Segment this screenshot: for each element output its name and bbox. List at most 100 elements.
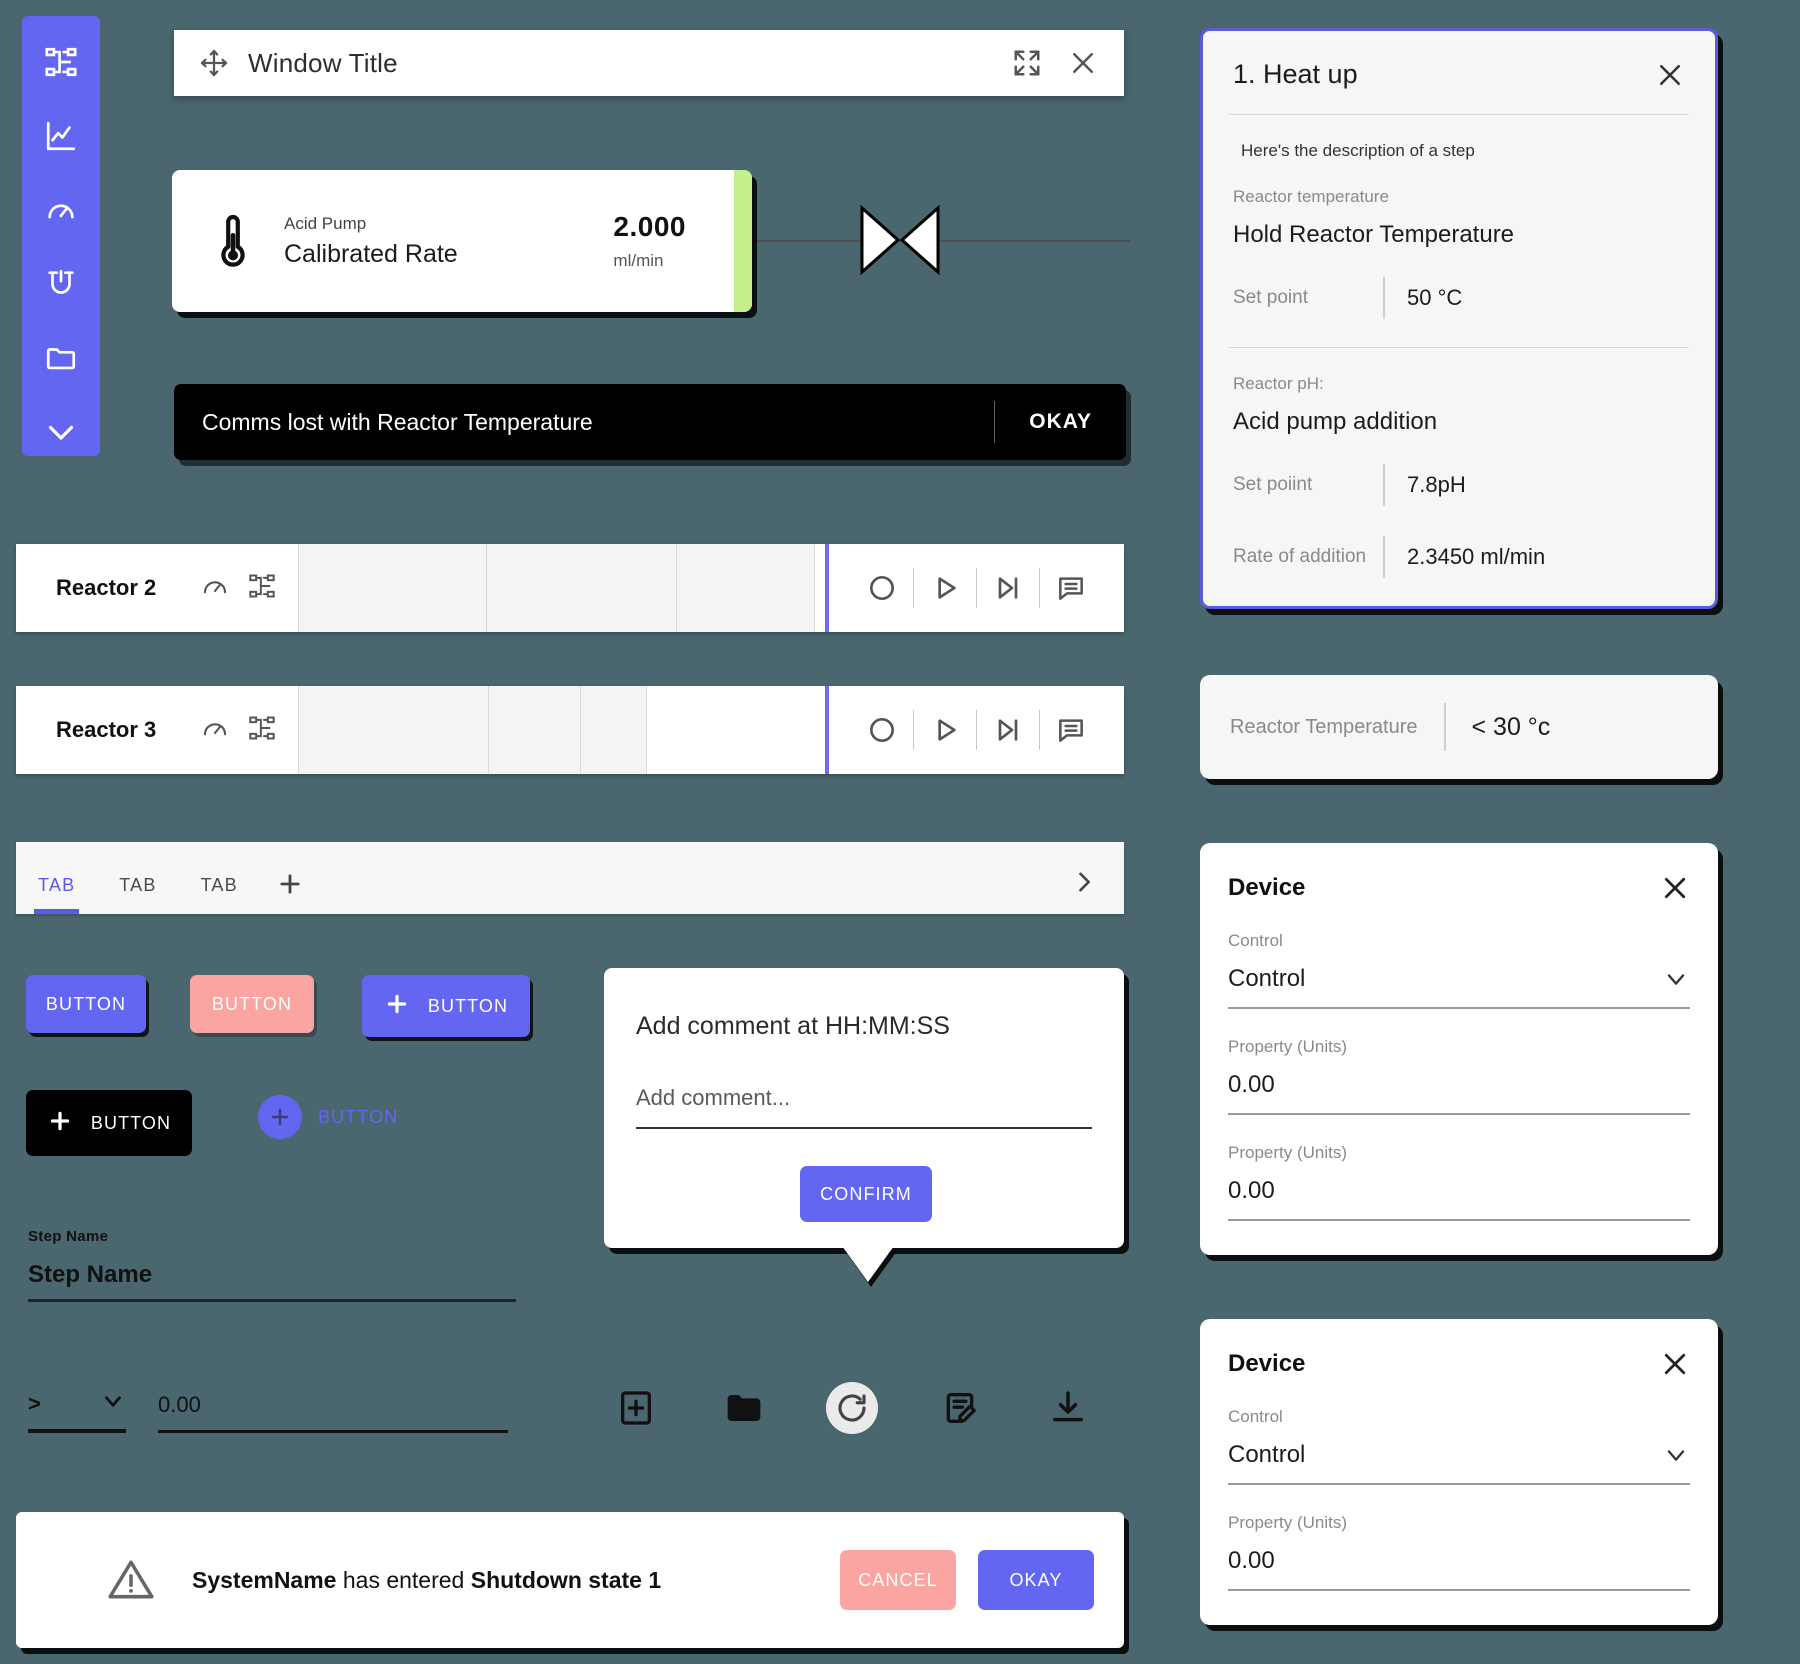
plus-icon (47, 1108, 73, 1139)
play-icon[interactable] (914, 572, 976, 604)
sidebar-item-folder[interactable] (41, 338, 81, 378)
timeline-segment[interactable] (580, 686, 647, 774)
field-label: Property (Units) (1228, 1037, 1348, 1056)
cancel-button[interactable]: CANCEL (840, 1550, 956, 1610)
device-property-field-2[interactable]: Property (Units) 0.00 (1228, 1143, 1690, 1221)
status-accent-bar (734, 170, 752, 312)
add-black-button[interactable]: BUTTON (26, 1090, 192, 1156)
step-group-temperature: Reactor temperature Hold Reactor Tempera… (1203, 161, 1715, 249)
plus-icon[interactable] (260, 870, 326, 914)
confirm-button[interactable]: CONFIRM (800, 1166, 932, 1222)
number-input[interactable]: 0.00 (158, 1392, 508, 1433)
step-row-setpoint-ph: Set poiint 7.8pH (1203, 436, 1715, 508)
tab-3[interactable]: TAB (179, 875, 260, 914)
condition-value: < 30 °c (1471, 712, 1551, 741)
comment-icon[interactable] (1040, 714, 1102, 746)
device-card-title: Device (1228, 874, 1306, 901)
step-group-ph: Reactor pH: Acid pump addition (1203, 348, 1715, 436)
tab-1[interactable]: TAB (16, 875, 97, 914)
record-icon[interactable] (851, 714, 913, 746)
record-icon[interactable] (851, 572, 913, 604)
tab-2[interactable]: TAB (97, 875, 178, 914)
gauge-icon[interactable] (200, 571, 230, 606)
right-column: 1. Heat up Here's the description of a s… (1200, 28, 1718, 1625)
close-icon[interactable] (1660, 1349, 1690, 1379)
row-divider (1383, 277, 1385, 319)
row-value: 2.3450 ml/min (1407, 544, 1546, 569)
device-property-field-1[interactable]: Property (Units) 0.00 (1228, 1037, 1690, 1115)
open-folder-button[interactable] (718, 1382, 770, 1434)
sitemap-icon[interactable] (248, 714, 276, 747)
sidebar-item-expand[interactable] (41, 412, 81, 452)
operator-row: > 0.00 (28, 1388, 508, 1433)
timeline-segment[interactable] (298, 686, 489, 774)
transport-controls (829, 544, 1124, 632)
sidebar-item-gauge[interactable] (41, 190, 81, 230)
danger-button[interactable]: BUTTON (190, 975, 314, 1033)
group-value: Acid pump addition (1233, 408, 1438, 435)
close-icon[interactable] (1655, 60, 1685, 90)
calibration-property: Calibrated Rate (284, 239, 458, 268)
download-button[interactable] (1042, 1382, 1094, 1434)
timeline-segment[interactable] (676, 544, 815, 632)
icon-toolbar (610, 1382, 1094, 1434)
calibration-value-block: 2.000 ml/min (613, 211, 686, 271)
timeline-gap[interactable] (814, 544, 825, 632)
skip-next-icon[interactable] (977, 714, 1039, 746)
step-name-underline (28, 1299, 516, 1302)
chevron-down-icon[interactable] (1662, 965, 1690, 993)
edit-document-button[interactable] (934, 1382, 986, 1434)
device-control-select[interactable]: Control Control (1228, 1407, 1690, 1485)
field-underline (1228, 1219, 1690, 1221)
gauge-icon[interactable] (200, 713, 230, 748)
field-label: Control (1228, 1407, 1283, 1426)
calibration-card[interactable]: Acid Pump Calibrated Rate 2.000 ml/min (172, 170, 752, 312)
chevron-right-icon[interactable] (1070, 868, 1124, 914)
valve-icon (860, 204, 940, 276)
window-titlebar: Window Title (174, 30, 1124, 96)
device-property-field-1[interactable]: Property (Units) 0.00 (1228, 1513, 1690, 1591)
timeline-segment[interactable] (488, 686, 581, 774)
number-value: 0.00 (158, 1392, 201, 1417)
sidebar-item-sitemap[interactable] (41, 42, 81, 82)
step-name-field[interactable]: Step Name Step Name (28, 1228, 516, 1302)
refresh-button[interactable] (826, 1382, 878, 1434)
field-value: 0.00 (1228, 1547, 1275, 1574)
plus-icon (258, 1095, 302, 1139)
play-icon[interactable] (914, 714, 976, 746)
expand-icon[interactable] (1012, 48, 1042, 78)
comment-input[interactable]: Add comment... (636, 1085, 1092, 1129)
move-icon[interactable] (198, 47, 230, 79)
row-key: Set point (1233, 286, 1308, 308)
device-card-title: Device (1228, 1350, 1306, 1377)
device-control-select[interactable]: Control Control (1228, 931, 1690, 1009)
sidebar-item-reactor[interactable] (41, 264, 81, 304)
timeline-segment[interactable] (486, 544, 677, 632)
sitemap-icon[interactable] (248, 572, 276, 605)
okay-button[interactable]: OKAY (978, 1550, 1094, 1610)
add-ghost-button[interactable]: BUTTON (258, 1095, 398, 1139)
reactor-label-block: Reactor 2 (16, 544, 298, 632)
field-value: 0.00 (1228, 1071, 1275, 1098)
condition-divider (1443, 703, 1446, 751)
add-item-button[interactable] (610, 1382, 662, 1434)
sidebar-item-chart[interactable] (41, 116, 81, 156)
close-icon[interactable] (1660, 873, 1690, 903)
operator-select[interactable]: > (28, 1388, 126, 1433)
primary-button[interactable]: BUTTON (26, 975, 146, 1033)
toast-okay-button[interactable]: OKAY (995, 410, 1126, 434)
reactor-icons (200, 571, 298, 606)
condition-chip[interactable]: Reactor Temperature < 30 °c (1200, 675, 1718, 779)
comment-icon[interactable] (1040, 572, 1102, 604)
timeline-segment[interactable] (298, 544, 487, 632)
operator-value: > (28, 1390, 41, 1416)
step-name-value: Step Name (28, 1261, 153, 1288)
skip-next-icon[interactable] (977, 572, 1039, 604)
row-divider (1383, 464, 1385, 506)
timeline-gap[interactable] (646, 686, 825, 774)
reactor-row-3: Reactor 3 (16, 686, 1124, 774)
add-primary-button[interactable]: BUTTON (362, 975, 530, 1037)
reactor-name: Reactor 2 (56, 575, 157, 600)
close-icon[interactable] (1068, 48, 1098, 78)
chevron-down-icon[interactable] (1662, 1441, 1690, 1469)
